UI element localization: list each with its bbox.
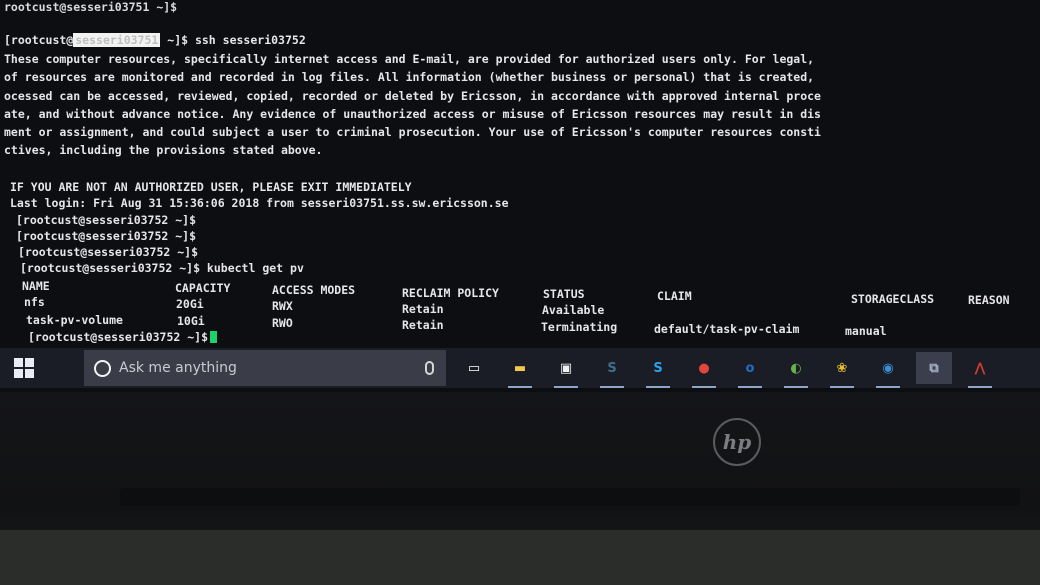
laptop-screen: rootcust@sesseri03751 ~]$ [rootcust@ sess… — [0, 0, 1040, 392]
warning-line: IF YOU ARE NOT AN AUTHORIZED USER, PLEAS… — [10, 180, 412, 194]
store-icon[interactable]: ▣ — [548, 352, 584, 388]
table-cell: 10Gi — [177, 314, 205, 328]
col-header: NAME — [22, 279, 50, 293]
redacted-hostname: sesseri03751 — [73, 33, 161, 47]
col-header: CLAIM — [657, 289, 692, 303]
col-header: ACCESS MODES — [272, 283, 356, 297]
app-s-icon[interactable]: S — [594, 352, 630, 388]
prompt-line: [rootcust@sesseri03752 ~]$ — [16, 229, 197, 243]
ssh-command: ~]$ ssh sesseri03752 — [160, 33, 306, 47]
running-indicator — [968, 386, 992, 388]
terminal-line: rootcust@sesseri03751 ~]$ — [4, 0, 178, 14]
table-cell: RWX — [272, 299, 293, 313]
table-cell: Available — [542, 303, 605, 317]
app-globe-glyph: ◉ — [882, 360, 894, 376]
prompt-line: [rootcust@sesseri03752 ~]$ — [18, 245, 199, 259]
app-globe-icon[interactable]: ◉ — [870, 352, 906, 388]
laptop-base — [0, 530, 1040, 585]
current-prompt-line[interactable]: [rootcust@sesseri03752 ~]$ — [28, 330, 218, 345]
terminal-cursor — [210, 331, 218, 343]
app-green-icon[interactable]: ◐ — [778, 352, 814, 388]
windows-taskbar: Ask me anything ▭ ▬ ▣ S S ● o ◐ ❀ ◉ ⧉ ⋀ — [0, 348, 1040, 388]
app-paint-icon[interactable]: ❀ — [824, 352, 860, 388]
skype-icon[interactable]: S — [640, 352, 676, 388]
running-indicator — [738, 386, 762, 388]
banner-line: These computer resources, specifically i… — [4, 52, 815, 66]
network-icon[interactable]: ⧉ — [916, 352, 952, 384]
windows-logo-icon — [14, 358, 34, 378]
start-button[interactable] — [0, 348, 48, 388]
last-login-line: Last login: Fri Aug 31 15:36:06 2018 fro… — [10, 196, 509, 210]
table-cell: manual — [845, 324, 887, 338]
table-cell: default/task-pv-claim — [654, 322, 800, 336]
task-view-glyph: ▭ — [467, 360, 481, 376]
outlook-glyph: o — [745, 360, 755, 376]
prompt-text: [rootcust@sesseri03752 ~]$ — [28, 330, 209, 344]
prompt-prefix: [rootcust@ — [4, 33, 74, 47]
banner-line: ment or assignment, and could subject a … — [4, 125, 821, 139]
laptop-hinge — [120, 488, 1020, 506]
running-indicator — [600, 386, 624, 388]
file-explorer-glyph: ▬ — [513, 360, 527, 376]
skype-glyph: S — [653, 360, 663, 376]
pdf-icon[interactable]: ⋀ — [962, 352, 998, 388]
running-indicator — [830, 386, 854, 388]
app-paint-glyph: ❀ — [836, 360, 848, 376]
banner-line: of resources are monitored and recorded … — [4, 70, 815, 84]
hp-logo: hp — [713, 418, 761, 466]
col-header: STORAGECLASS — [851, 292, 935, 306]
banner-line: ate, and without advance notice. Any evi… — [4, 107, 821, 121]
microphone-icon[interactable] — [425, 361, 434, 375]
col-header: STATUS — [543, 287, 585, 301]
table-cell: Retain — [402, 302, 444, 316]
app-s-glyph: S — [607, 360, 617, 376]
running-indicator — [876, 386, 900, 388]
banner-line: ctives, including the provisions stated … — [4, 143, 323, 157]
col-header: RECLAIM POLICY — [402, 286, 499, 300]
terminal-line-ssh: [rootcust@ sesseri03751 ~]$ ssh sesseri03… — [4, 33, 306, 48]
terminal-window[interactable]: rootcust@sesseri03751 ~]$ [rootcust@ sess… — [0, 0, 1040, 348]
table-cell: Retain — [402, 318, 444, 332]
cortana-ring-icon — [94, 359, 111, 377]
prompt-line: [rootcust@sesseri03752 ~]$ — [16, 213, 197, 227]
table-cell: nfs — [24, 295, 45, 309]
banner-line: ocessed can be accessed, reviewed, copie… — [4, 89, 821, 103]
chrome-glyph: ● — [698, 360, 710, 376]
table-cell: Terminating — [541, 320, 618, 334]
table-cell: 20Gi — [176, 297, 204, 311]
running-indicator — [646, 386, 670, 388]
network-glyph: ⧉ — [929, 360, 939, 376]
search-placeholder: Ask me anything — [119, 360, 237, 376]
kubectl-command-line: [rootcust@sesseri03752 ~]$ kubectl get p… — [20, 261, 304, 275]
pdf-glyph: ⋀ — [974, 360, 986, 376]
taskbar-apps: ▭ ▬ ▣ S S ● o ◐ ❀ ◉ ⧉ ⋀ — [446, 352, 998, 388]
table-cell: RWO — [272, 316, 293, 330]
running-indicator — [784, 386, 808, 388]
running-indicator — [692, 386, 716, 388]
running-indicator — [554, 386, 578, 388]
cortana-search-box[interactable]: Ask me anything — [84, 350, 446, 386]
task-view-icon[interactable]: ▭ — [456, 352, 492, 384]
store-glyph: ▣ — [559, 360, 573, 376]
col-header: CAPACITY — [175, 281, 231, 295]
table-cell: task-pv-volume — [26, 313, 123, 327]
running-indicator — [508, 386, 532, 388]
outlook-icon[interactable]: o — [732, 352, 768, 388]
chrome-icon[interactable]: ● — [686, 352, 722, 388]
file-explorer-icon[interactable]: ▬ — [502, 352, 538, 388]
app-green-glyph: ◐ — [790, 360, 802, 376]
col-header: REASON — [968, 293, 1010, 307]
